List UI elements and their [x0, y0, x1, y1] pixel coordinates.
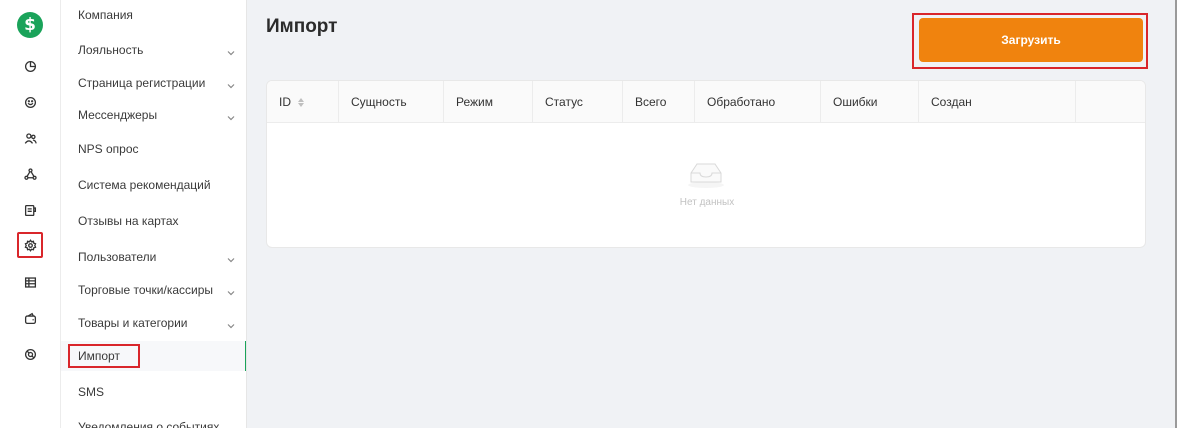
menu-item-label: Уведомления о событиях [78, 420, 220, 428]
logo[interactable]: $ [17, 12, 43, 38]
column-header-total: Всего [623, 81, 695, 123]
menu-item-messengers[interactable]: Мессенджеры [61, 100, 246, 130]
menu-item-label: Отзывы на картах [78, 214, 179, 228]
table-header: ID Сущность Режим Статус Всего Обработан… [267, 81, 1145, 123]
menu-item-users[interactable]: Пользователи [61, 242, 246, 272]
analytics-icon[interactable] [18, 54, 42, 78]
menu-item-label: Товары и категории [78, 316, 188, 330]
menu-item-outlets-cashiers[interactable]: Торговые точки/кассиры [61, 275, 246, 305]
chevron-down-icon [227, 423, 235, 428]
menu-item-label: Торговые точки/кассиры [78, 283, 214, 297]
users-icon[interactable] [18, 126, 42, 150]
menu-item-label: Страница регистрации [78, 76, 206, 90]
menu-item-registration-page[interactable]: Страница регистрации [61, 68, 246, 98]
menu-item-products-categories[interactable]: Товары и категории [61, 308, 246, 338]
column-header-id[interactable]: ID [267, 81, 339, 123]
chevron-down-icon [227, 79, 235, 89]
menu-item-import[interactable]: Импорт [61, 341, 246, 371]
chevron-down-icon [227, 111, 235, 121]
settings-menu: Компания Лояльность Страница регистрации… [61, 0, 247, 428]
menu-item-label: Пользователи [78, 250, 157, 264]
menu-item-map-reviews[interactable]: Отзывы на картах [61, 206, 246, 236]
column-header-status: Статус [533, 81, 623, 123]
menu-item-loyalty[interactable]: Лояльность [61, 35, 246, 65]
empty-inbox-icon [685, 159, 727, 189]
column-header-actions [1076, 81, 1145, 123]
chevron-down-icon [227, 46, 235, 56]
chevron-down-icon [227, 253, 235, 263]
menu-item-label: Импорт [68, 344, 140, 368]
column-header-errors: Ошибки [821, 81, 919, 123]
flows-icon[interactable] [18, 162, 42, 186]
wallet-icon[interactable] [18, 306, 42, 330]
menu-item-nps-survey[interactable]: NPS опрос [61, 134, 246, 164]
menu-item-label: NPS опрос [78, 142, 139, 156]
column-header-created: Создан [919, 81, 1076, 123]
orders-icon[interactable] [18, 198, 42, 222]
sort-icon[interactable] [298, 97, 304, 107]
upload-button[interactable]: Загрузить [919, 18, 1143, 62]
loyalty-icon[interactable] [18, 90, 42, 114]
menu-item-label: Лояльность [78, 43, 144, 57]
menu-item-label: Система рекомендаций [78, 178, 211, 192]
page-title: Импорт [266, 16, 338, 37]
chevron-down-icon [227, 286, 235, 296]
menu-item-label: Мессенджеры [78, 108, 158, 122]
menu-item-label: SMS [78, 385, 105, 399]
chevron-down-icon [227, 319, 235, 329]
column-header-entity: Сущность [339, 81, 444, 123]
menu-item-recommendations[interactable]: Система рекомендаций [61, 170, 246, 200]
column-header-processed: Обработано [695, 81, 821, 123]
support-icon[interactable] [18, 342, 42, 366]
empty-state-text: Нет данных [679, 197, 735, 208]
menu-item-company[interactable]: Компания [61, 0, 246, 30]
import-table: ID Сущность Режим Статус Всего Обработан… [266, 80, 1146, 248]
column-header-mode: Режим [444, 81, 533, 123]
menu-item-label: Компания [78, 8, 133, 22]
menu-item-sms[interactable]: SMS [61, 377, 246, 407]
table-icon[interactable] [18, 270, 42, 294]
settings-icon[interactable] [17, 232, 43, 258]
menu-item-event-notifications[interactable]: Уведомления о событиях [61, 412, 246, 428]
icon-rail: $ [0, 0, 61, 428]
